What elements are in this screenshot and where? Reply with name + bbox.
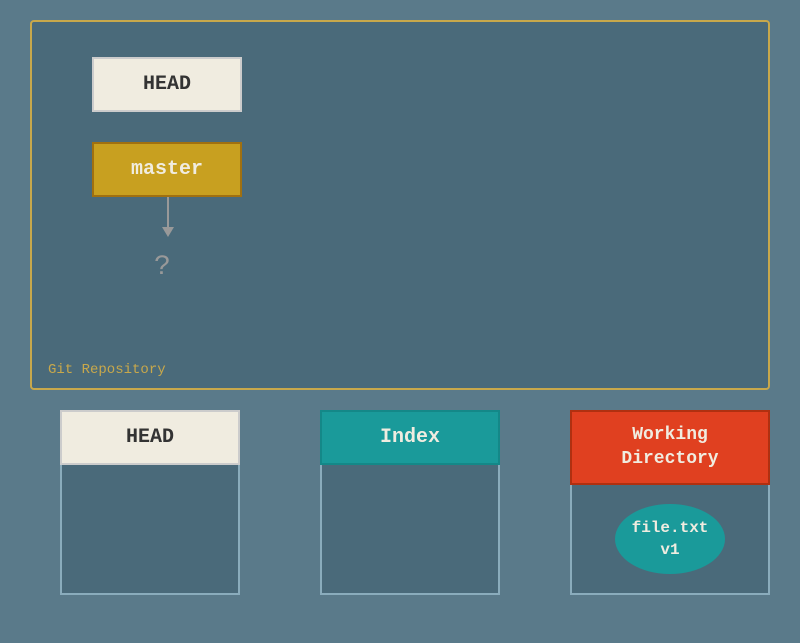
index-bottom-panel [320, 465, 500, 595]
index-container: Index [310, 410, 510, 595]
head-bottom-label: HEAD [126, 426, 174, 449]
head-bottom-container: HEAD [50, 410, 250, 595]
index-box: Index [320, 410, 500, 465]
master-label: master [131, 158, 203, 181]
git-repository-box: HEAD master ? Git Repository [30, 20, 770, 390]
head-bottom-panel [60, 465, 240, 595]
index-label: Index [380, 426, 440, 449]
git-repo-label: Git Repository [48, 362, 166, 378]
arrow-line [167, 197, 169, 227]
working-dir-label: WorkingDirectory [621, 424, 718, 471]
master-box: master [92, 142, 242, 197]
working-dir-container: WorkingDirectory file.txtv1 [570, 410, 770, 595]
head-bottom-box: HEAD [60, 410, 240, 465]
head-repo-label: HEAD [143, 73, 191, 96]
working-dir-panel: file.txtv1 [570, 485, 770, 595]
arrow-head [162, 227, 174, 237]
head-box-repo: HEAD [92, 57, 242, 112]
file-bubble: file.txtv1 [615, 504, 725, 574]
question-mark: ? [154, 252, 171, 283]
working-dir-box: WorkingDirectory [570, 410, 770, 485]
master-arrow [162, 197, 174, 237]
bottom-section: HEAD Index WorkingDirectory file.txtv1 [30, 410, 770, 595]
file-label: file.txtv1 [632, 517, 709, 562]
